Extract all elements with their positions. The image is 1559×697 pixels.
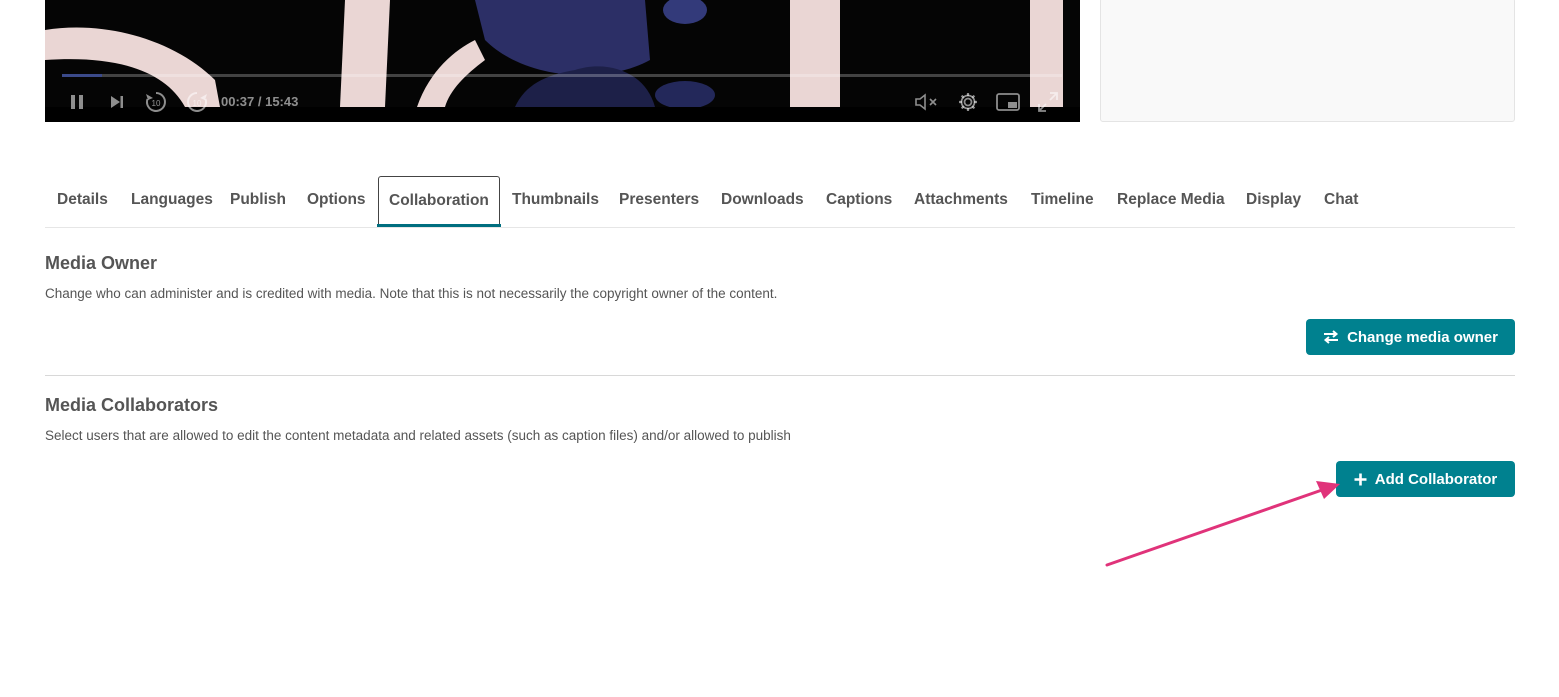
plus-icon <box>1354 473 1367 486</box>
tab-details[interactable]: Details <box>57 176 108 224</box>
tab-downloads[interactable]: Downloads <box>721 176 804 224</box>
swap-arrows-icon <box>1323 330 1339 344</box>
change-media-owner-label: Change media owner <box>1347 328 1498 346</box>
picture-in-picture-icon[interactable] <box>995 88 1021 116</box>
mute-icon[interactable] <box>913 88 941 116</box>
fullscreen-icon[interactable] <box>1035 88 1061 116</box>
tab-collaboration[interactable]: Collaboration <box>377 176 501 227</box>
progress-fill <box>62 74 102 77</box>
player-controls: 10 10 00:37 / 15:43 <box>45 88 1080 116</box>
add-collaborator-button[interactable]: Add Collaborator <box>1336 461 1515 497</box>
next-icon[interactable] <box>107 88 127 116</box>
progress-bar[interactable] <box>62 74 1062 77</box>
media-edit-tabs: Details Languages Publish Options Collab… <box>45 176 1515 228</box>
tab-timeline[interactable]: Timeline <box>1031 176 1094 224</box>
tab-captions[interactable]: Captions <box>826 176 892 224</box>
time-display: 00:37 / 15:43 <box>221 94 299 109</box>
tab-publish[interactable]: Publish <box>230 176 286 224</box>
change-media-owner-button[interactable]: Change media owner <box>1306 319 1515 355</box>
tab-chat[interactable]: Chat <box>1324 176 1358 224</box>
section-divider <box>45 375 1515 376</box>
media-owner-description: Change who can administer and is credite… <box>45 286 778 301</box>
tab-thumbnails[interactable]: Thumbnails <box>512 176 599 224</box>
tab-display[interactable]: Display <box>1246 176 1301 224</box>
gear-icon[interactable] <box>955 88 981 116</box>
tab-attachments[interactable]: Attachments <box>914 176 1008 224</box>
media-owner-title: Media Owner <box>45 253 158 273</box>
media-collaborators-title: Media Collaborators <box>45 395 219 415</box>
side-panel <box>1100 0 1515 122</box>
video-player[interactable]: 10 10 00:37 / 15:43 <box>45 0 1080 122</box>
tab-presenters[interactable]: Presenters <box>619 176 699 224</box>
media-collaborators-description: Select users that are allowed to edit th… <box>45 428 791 443</box>
forward-10-icon[interactable]: 10 <box>184 88 210 116</box>
add-collaborator-label: Add Collaborator <box>1374 470 1498 488</box>
tab-replace-media[interactable]: Replace Media <box>1117 176 1225 224</box>
tab-options[interactable]: Options <box>307 176 366 224</box>
svg-text:10: 10 <box>152 99 161 108</box>
svg-text:10: 10 <box>193 99 202 108</box>
rewind-10-icon[interactable]: 10 <box>143 88 169 116</box>
tab-languages[interactable]: Languages <box>131 176 213 224</box>
pause-icon[interactable] <box>65 88 89 116</box>
